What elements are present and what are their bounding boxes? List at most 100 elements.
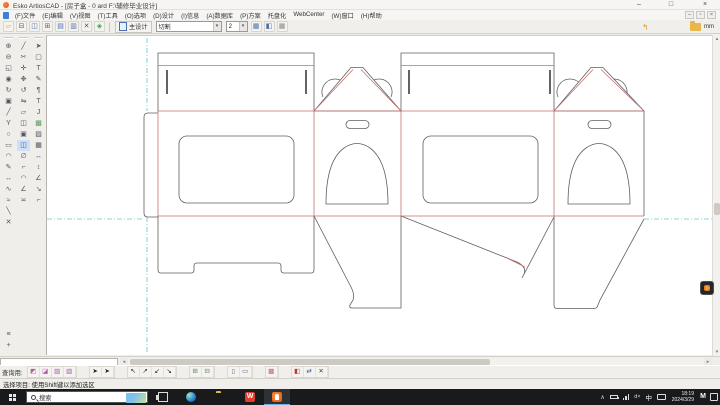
chevron-down-icon[interactable]: ▾	[238, 22, 247, 31]
mdi-minimize-button[interactable]: –	[685, 11, 694, 19]
edge-browser-icon[interactable]	[186, 392, 196, 402]
dimension-vertical-tool[interactable]: ↕	[32, 162, 45, 173]
grid-snap-button[interactable]: ⊞	[190, 367, 202, 377]
select-tool[interactable]: ➤	[32, 41, 45, 52]
menu-item[interactable]: (I)信息	[181, 11, 199, 20]
bridge-tool[interactable]: ≍	[17, 195, 30, 206]
touch-keyboard-icon[interactable]	[657, 394, 666, 400]
network-icon[interactable]	[622, 394, 630, 400]
text-style-tool[interactable]: T	[32, 96, 45, 107]
text-edit-tool[interactable]: ✎	[32, 74, 45, 85]
notification-center-icon[interactable]	[710, 393, 718, 401]
copy-pages-button[interactable]: ▤	[55, 21, 66, 32]
snap-endpoint-button[interactable]: ◩	[28, 367, 40, 377]
workspace-folder-icon[interactable]	[690, 21, 701, 31]
snap-midpoint-button[interactable]: ◪	[40, 367, 52, 377]
menu-item[interactable]: (D)设计	[153, 11, 174, 20]
layer-red-button[interactable]: ◧	[292, 367, 304, 377]
mdi-restore-button[interactable]: ▫	[696, 11, 705, 19]
open-button[interactable]: ▱	[3, 21, 14, 32]
select-item-button[interactable]: ➤	[90, 367, 102, 377]
rotate-tool[interactable]: ↺	[17, 85, 30, 96]
menu-item[interactable]: (O)选项	[125, 11, 146, 20]
clear-button[interactable]: ✕	[316, 367, 328, 377]
paste-pages-button[interactable]: ▥	[68, 21, 79, 32]
view-options-tool[interactable]: ▣	[2, 96, 15, 107]
zoom-window-tool[interactable]: ◱	[2, 63, 15, 74]
zoom-previous-tool[interactable]: ◉	[2, 74, 15, 85]
curve-tool[interactable]: ∿	[2, 184, 15, 195]
select-all-button[interactable]: ↘	[164, 367, 176, 377]
menu-item[interactable]: WebCenter	[293, 11, 324, 20]
menu-item[interactable]: (E)编辑	[42, 11, 63, 20]
line-tool[interactable]: ╱	[2, 107, 15, 118]
zigzag-tool[interactable]: ≈	[2, 195, 15, 206]
scroll-up-arrow[interactable]: ▴	[713, 35, 720, 43]
rectangle-tool[interactable]: ▭	[2, 140, 15, 151]
delete-tool[interactable]: ✕	[2, 217, 15, 228]
line-type-select[interactable]: 切割 ▾	[155, 21, 222, 32]
artioscad-taskbar-button[interactable]	[264, 389, 290, 405]
menu-item[interactable]: (T)工具	[98, 11, 118, 20]
task-view-button[interactable]	[156, 392, 168, 402]
pointage-select[interactable]: 2 ▾	[225, 21, 248, 32]
menu-item[interactable]: (W)窗口	[332, 11, 354, 20]
menu-item[interactable]: (A)数据库	[206, 11, 233, 20]
menu-item[interactable]: (H)帮助	[361, 11, 382, 20]
rebuild-tool[interactable]: ↻	[2, 85, 15, 96]
start-button[interactable]	[0, 389, 24, 405]
highlight-button[interactable]: ▩	[266, 367, 278, 377]
fillet-tool[interactable]: ◠	[17, 173, 30, 184]
color-palette-button[interactable]: ◈	[94, 21, 105, 32]
chamfer-tool[interactable]: ∠	[17, 184, 30, 195]
edit-point-tool[interactable]: ✎	[2, 162, 15, 173]
taskbar-clock[interactable]: 18:19 2024/3/29	[672, 391, 694, 403]
segment-tool[interactable]: ╲	[2, 206, 15, 217]
image-tool[interactable]: ▦	[32, 140, 45, 151]
print-preview-button[interactable]: ⊞	[42, 21, 53, 32]
floating-widget[interactable]	[700, 281, 714, 295]
mirror-tool[interactable]: ⇋	[17, 96, 30, 107]
dimension-angle-tool[interactable]: ∠	[32, 173, 45, 184]
copy-tool[interactable]: ▣	[17, 129, 30, 140]
snap-center-button[interactable]: ▧	[64, 367, 76, 377]
grid-show-button[interactable]: ⊟	[202, 367, 214, 377]
grid-toggle[interactable]: ▦	[276, 21, 288, 32]
drawing-canvas[interactable]	[46, 35, 713, 355]
fill-tool[interactable]: ▩	[32, 118, 45, 129]
measure-tool[interactable]: ∅	[17, 151, 30, 162]
palette-grip[interactable]	[34, 37, 43, 39]
menu-item[interactable]: (P)方案	[240, 11, 261, 20]
menu-item[interactable]: (V)视图	[70, 11, 91, 20]
volume-muted-icon[interactable]: d×	[634, 394, 640, 400]
crossing-select-button[interactable]: ▭	[240, 367, 252, 377]
undo-icon[interactable]: ↰	[642, 23, 649, 32]
mdi-close-button[interactable]: ×	[707, 11, 716, 19]
select-add-button[interactable]: ➤	[102, 367, 114, 377]
text-tool[interactable]: T	[32, 63, 45, 74]
trim-tool[interactable]: ⌐	[17, 162, 30, 173]
dimension-arrow-tool[interactable]: ↘	[32, 184, 45, 195]
align-tool[interactable]: ✛	[17, 63, 30, 74]
weather-widget-icon[interactable]	[126, 393, 146, 403]
palette-grip[interactable]	[4, 37, 13, 39]
select-line-tool[interactable]: ╱	[17, 41, 30, 52]
palette-grip[interactable]	[19, 37, 28, 39]
close-button[interactable]: ×	[696, 0, 714, 10]
hidden-icons-chevron[interactable]: ∧	[600, 394, 604, 401]
minimize-button[interactable]: –	[630, 0, 648, 10]
convert-to-3d-tool[interactable]: ◫	[17, 140, 30, 151]
battery-icon[interactable]	[609, 395, 619, 399]
ime-indicator[interactable]: 中	[646, 392, 653, 402]
group-tool[interactable]: ◫	[17, 118, 30, 129]
menu-item[interactable]: (F)文件	[15, 11, 35, 20]
wps-office-icon[interactable]: W	[245, 392, 255, 402]
m-app-tray-icon[interactable]: M	[700, 393, 706, 400]
taskbar-search[interactable]: 搜索	[26, 391, 148, 403]
zoom-in-tool[interactable]: ⊕	[2, 41, 15, 52]
leader-tool[interactable]: ⌐	[32, 195, 45, 206]
dimension-horizontal-tool[interactable]: ↔	[32, 151, 45, 162]
window-select-button[interactable]: ▯	[228, 367, 240, 377]
cut-tool[interactable]: ✂	[17, 52, 30, 63]
layers-tool[interactable]: ≡	[2, 329, 15, 340]
